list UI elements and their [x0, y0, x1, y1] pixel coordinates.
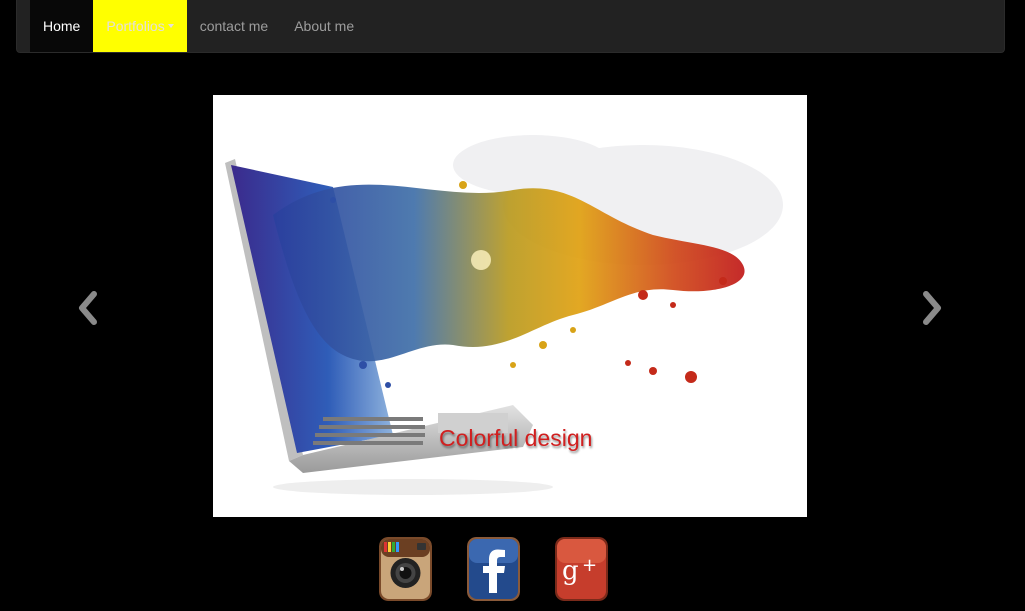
carousel-indicators: [484, 468, 537, 479]
nav-item-label: Home: [43, 18, 81, 34]
indicator-dot-1[interactable]: [484, 468, 495, 479]
chevron-right-icon: [923, 291, 941, 325]
instagram-icon: [379, 537, 432, 601]
nav-item-about[interactable]: About me: [281, 0, 367, 52]
nav-item-home[interactable]: Home: [30, 0, 94, 52]
indicator-dot-4[interactable]: [527, 468, 537, 478]
nav-item-label: Portfolios: [106, 18, 165, 34]
slide-caption: Colorful design: [439, 425, 593, 451]
nav-menu: Home Portfolios contact me About me: [30, 0, 367, 52]
social-links: g +: [379, 537, 608, 601]
slide-image-laptop-splash: [225, 135, 783, 495]
caret-down-icon: [167, 24, 174, 28]
instagram-link[interactable]: [379, 537, 432, 601]
nav-item-label: contact me: [199, 18, 269, 34]
indicator-dot-2[interactable]: [499, 468, 509, 478]
nav-item-contact[interactable]: contact me: [187, 0, 281, 52]
google-plus-icon: g +: [555, 537, 608, 601]
svg-text:g: g: [562, 556, 579, 586]
facebook-link[interactable]: [467, 537, 520, 601]
image-carousel[interactable]: Colorful design: [213, 95, 807, 517]
navbar: Home Portfolios contact me About me: [16, 0, 1005, 53]
facebook-icon: [467, 537, 520, 601]
nav-item-label: About me: [294, 18, 355, 34]
google-plus-link[interactable]: g +: [555, 537, 608, 601]
nav-item-portfolios[interactable]: Portfolios: [93, 0, 187, 52]
indicator-dot-3[interactable]: [513, 468, 523, 478]
carousel-prev-button[interactable]: [74, 288, 102, 328]
carousel-next-button[interactable]: [918, 288, 946, 328]
chevron-left-icon: [79, 291, 97, 325]
svg-text:+: +: [582, 555, 597, 576]
